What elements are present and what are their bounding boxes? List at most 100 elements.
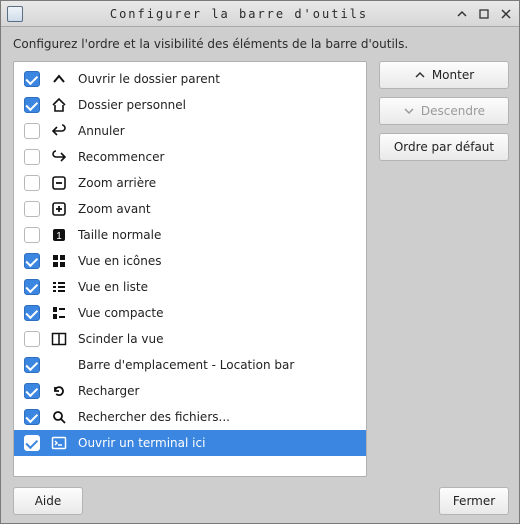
item-label: Annuler — [78, 124, 125, 138]
list-item-icon-view[interactable]: Vue en icônes — [14, 248, 366, 274]
list-item-zoom-out[interactable]: Zoom arrière — [14, 170, 366, 196]
compact-icon — [50, 304, 68, 322]
dialog-window: Configurer la barre d'outils Configurez … — [0, 0, 520, 524]
search-icon — [50, 408, 68, 426]
close-label: Fermer — [453, 494, 495, 508]
main-row: Ouvrir le dossier parent Dossier personne… — [13, 61, 509, 477]
item-label: Vue en liste — [78, 280, 148, 294]
checkbox[interactable] — [24, 253, 40, 269]
window-title: Configurer la barre d'outils — [29, 7, 449, 21]
item-label: Vue en icônes — [78, 254, 162, 268]
blank-icon — [50, 356, 68, 374]
list-item-redo[interactable]: Recommencer — [14, 144, 366, 170]
item-label: Recharger — [78, 384, 139, 398]
arrow-right-curve-icon — [50, 148, 68, 166]
zoom-in-icon — [51, 201, 67, 217]
checkbox[interactable] — [24, 331, 40, 347]
list-item-terminal[interactable]: Ouvrir un terminal ici — [14, 430, 366, 456]
compact-icon — [51, 305, 67, 321]
item-label: Zoom avant — [78, 202, 151, 216]
search-icon — [51, 409, 67, 425]
split-icon — [50, 330, 68, 348]
checkbox[interactable] — [24, 409, 40, 425]
list-item-zoom-in[interactable]: Zoom avant — [14, 196, 366, 222]
zoom-out-icon — [50, 174, 68, 192]
window-icon — [7, 6, 23, 22]
minimize-button[interactable] — [455, 7, 469, 21]
list-item-parent-folder[interactable]: Ouvrir le dossier parent — [14, 66, 366, 92]
svg-text:1: 1 — [56, 231, 62, 242]
item-label: Ouvrir un terminal ici — [78, 436, 205, 450]
help-label: Aide — [35, 494, 62, 508]
checkbox[interactable] — [24, 279, 40, 295]
close-dialog-button[interactable]: Fermer — [439, 487, 509, 515]
item-label: Rechercher des fichiers... — [78, 410, 230, 424]
chevron-down-icon — [403, 105, 415, 117]
item-label: Dossier personnel — [78, 98, 186, 112]
dialog-description: Configurez l'ordre et la visibilité des … — [13, 37, 509, 51]
move-up-label: Monter — [432, 68, 474, 82]
dialog-footer: Aide Fermer — [13, 477, 509, 515]
move-up-button[interactable]: Monter — [379, 61, 509, 89]
list-item-list-view[interactable]: Vue en liste — [14, 274, 366, 300]
home-icon — [51, 97, 67, 113]
checkbox[interactable] — [24, 71, 40, 87]
reset-order-button[interactable]: Ordre par défaut — [379, 133, 509, 161]
chevron-up-icon — [456, 8, 468, 20]
list-item-location-bar[interactable]: Barre d'emplacement - Location bar — [14, 352, 366, 378]
split-icon — [51, 331, 67, 347]
checkbox[interactable] — [24, 435, 40, 451]
grid-icon — [50, 252, 68, 270]
item-label: Zoom arrière — [78, 176, 156, 190]
reset-order-label: Ordre par défaut — [394, 140, 494, 154]
list-item-normal-size[interactable]: 1 Taille normale — [14, 222, 366, 248]
item-label: Recommencer — [78, 150, 164, 164]
checkbox[interactable] — [24, 201, 40, 217]
zoom-out-icon — [51, 175, 67, 191]
maximize-button[interactable] — [477, 7, 491, 21]
grid-icon — [51, 253, 67, 269]
checkbox[interactable] — [24, 123, 40, 139]
item-label: Barre d'emplacement - Location bar — [78, 358, 294, 372]
close-icon — [501, 9, 511, 19]
terminal-icon — [51, 435, 67, 451]
dialog-body: Configurez l'ordre et la visibilité des … — [1, 27, 519, 523]
list-item-undo[interactable]: Annuler — [14, 118, 366, 144]
square-icon — [479, 9, 489, 19]
window-controls — [455, 7, 513, 21]
list-item-reload[interactable]: Recharger — [14, 378, 366, 404]
list-icon — [51, 279, 67, 295]
arrow-left-curve-icon — [51, 123, 67, 139]
checkbox[interactable] — [24, 227, 40, 243]
list-item-split-view[interactable]: Scinder la vue — [14, 326, 366, 352]
arrow-right-curve-icon — [51, 149, 67, 165]
list-item-home[interactable]: Dossier personnel — [14, 92, 366, 118]
checkbox[interactable] — [24, 357, 40, 373]
side-buttons: Monter Descendre Ordre par défaut — [379, 61, 509, 477]
reload-icon — [51, 383, 67, 399]
item-label: Ouvrir le dossier parent — [78, 72, 220, 86]
checkbox[interactable] — [24, 383, 40, 399]
one-square-icon: 1 — [50, 226, 68, 244]
move-down-button[interactable]: Descendre — [379, 97, 509, 125]
move-down-label: Descendre — [421, 104, 485, 118]
item-label: Scinder la vue — [78, 332, 164, 346]
help-button[interactable]: Aide — [13, 487, 83, 515]
list-item-compact-view[interactable]: Vue compacte — [14, 300, 366, 326]
chevron-up-icon — [414, 69, 426, 81]
checkbox[interactable] — [24, 305, 40, 321]
list-icon — [50, 278, 68, 296]
checkbox[interactable] — [24, 97, 40, 113]
toolbar-items-list[interactable]: Ouvrir le dossier parent Dossier personne… — [13, 61, 367, 477]
terminal-icon — [50, 434, 68, 452]
item-label: Taille normale — [78, 228, 161, 242]
list-item-search[interactable]: Rechercher des fichiers... — [14, 404, 366, 430]
arrow-left-curve-icon — [50, 122, 68, 140]
chevron-up-icon — [51, 71, 67, 87]
one-square-icon: 1 — [51, 227, 67, 243]
close-button[interactable] — [499, 7, 513, 21]
titlebar: Configurer la barre d'outils — [1, 1, 519, 27]
reload-icon — [50, 382, 68, 400]
checkbox[interactable] — [24, 149, 40, 165]
checkbox[interactable] — [24, 175, 40, 191]
